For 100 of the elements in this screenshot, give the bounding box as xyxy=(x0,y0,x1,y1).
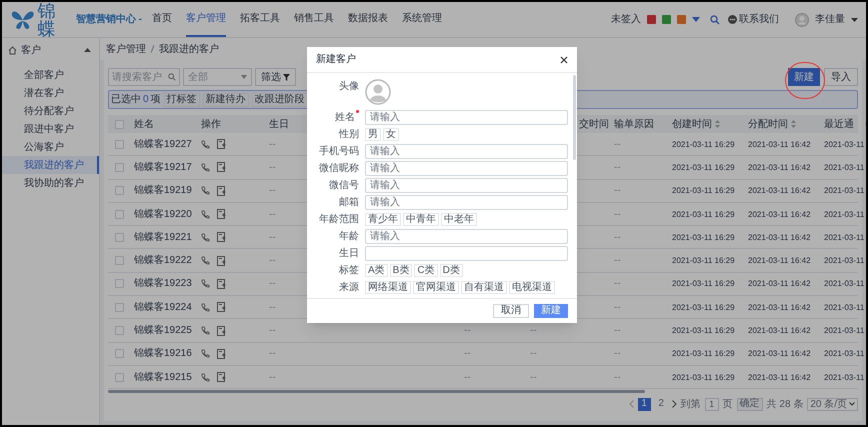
sidebar-item[interactable]: 公海客户 xyxy=(2,138,99,156)
column-header[interactable]: 最近通 xyxy=(824,116,854,132)
input-field[interactable]: 请输入 xyxy=(365,110,568,125)
checkbox[interactable] xyxy=(114,140,124,149)
caret-icon[interactable] xyxy=(692,17,700,22)
sidebar-item[interactable]: 跟进中客户 xyxy=(2,120,99,138)
note-add-icon[interactable] xyxy=(217,302,226,312)
column-header[interactable]: 输单原因 xyxy=(614,116,654,132)
input-field[interactable]: 请输入 xyxy=(365,229,568,244)
confirm-button[interactable]: 确定 xyxy=(736,398,763,411)
search-icon[interactable] xyxy=(710,14,720,24)
column-header[interactable]: 姓名 xyxy=(134,116,154,132)
option-chip[interactable]: A类 xyxy=(365,264,388,277)
nav-tab[interactable]: 拓客工具 xyxy=(240,2,280,37)
option-chip[interactable]: 中青年 xyxy=(403,213,439,226)
bulk-action-button[interactable]: 新建待办 xyxy=(202,92,249,106)
vertical-scrollbar[interactable] xyxy=(573,75,576,160)
customer-name[interactable]: 锦蝶客19215 xyxy=(134,372,192,383)
input-field[interactable]: 请输入 xyxy=(365,195,568,210)
column-header[interactable]: 分配时间 xyxy=(748,116,788,132)
contact-button[interactable]: 联系我们 xyxy=(728,12,779,27)
checkbox[interactable] xyxy=(114,326,124,336)
phone-icon[interactable] xyxy=(201,140,210,149)
option-chip[interactable]: B类 xyxy=(390,264,412,277)
note-add-icon[interactable] xyxy=(217,139,226,150)
option-chip[interactable]: 男 xyxy=(365,128,381,141)
input-field[interactable]: 请输入 xyxy=(365,161,568,176)
phone-icon[interactable] xyxy=(201,326,210,336)
checkbox[interactable] xyxy=(114,256,124,266)
option-chip[interactable]: 女 xyxy=(383,128,399,141)
checkbox[interactable] xyxy=(114,120,124,128)
customer-name[interactable]: 锦蝶客19227 xyxy=(134,138,192,150)
customer-name[interactable]: 锦蝶客19224 xyxy=(134,302,192,313)
checkbox[interactable] xyxy=(114,349,124,358)
note-add-icon[interactable] xyxy=(217,186,226,196)
page-button[interactable]: 2 xyxy=(654,398,668,411)
column-header[interactable]: 交时间 xyxy=(579,116,609,132)
nav-tab[interactable]: 数据报表 xyxy=(348,2,388,37)
customer-name[interactable]: 锦蝶客19220 xyxy=(134,208,192,220)
phone-icon[interactable] xyxy=(201,186,210,196)
bulk-action-button[interactable]: 改跟进阶段 xyxy=(252,92,308,106)
checkbox[interactable] xyxy=(114,232,124,242)
nav-tab[interactable]: 首页 xyxy=(152,2,172,37)
checkbox[interactable] xyxy=(114,279,124,288)
option-chip[interactable]: 中老年 xyxy=(441,213,477,226)
phone-icon[interactable] xyxy=(201,279,210,288)
input-field[interactable] xyxy=(365,246,568,261)
customer-name[interactable]: 锦蝶客19221 xyxy=(134,232,192,243)
sidebar-item[interactable]: 待分配客户 xyxy=(2,102,99,120)
breadcrumb-item[interactable]: 我跟进的客户 xyxy=(159,42,219,56)
customer-name[interactable]: 锦蝶客19223 xyxy=(134,278,192,290)
page-size-select[interactable]: 20 条/页 xyxy=(807,398,858,411)
breadcrumb-item[interactable]: 客户管理 xyxy=(106,42,146,56)
note-add-icon[interactable] xyxy=(217,162,226,172)
column-header[interactable]: 创建时间 xyxy=(672,116,712,132)
column-header[interactable]: 操作 xyxy=(201,116,221,132)
note-add-icon[interactable] xyxy=(217,256,226,266)
phone-icon[interactable] xyxy=(201,162,210,172)
phone-icon[interactable] xyxy=(201,256,210,266)
note-add-icon[interactable] xyxy=(217,232,226,242)
option-chip[interactable]: C类 xyxy=(414,264,438,277)
sidebar-item[interactable]: 潜在客户 xyxy=(2,84,99,102)
nav-tab[interactable]: 销售工具 xyxy=(294,2,334,37)
option-chip[interactable]: 官网渠道 xyxy=(413,281,459,294)
filter-button[interactable]: 筛选 xyxy=(255,68,296,86)
input-field[interactable]: 请输入 xyxy=(365,178,568,193)
next-page-icon[interactable] xyxy=(672,400,677,408)
sidebar-item[interactable]: 全部客户 xyxy=(2,66,99,84)
sidebar-item[interactable]: 我协助的客户 xyxy=(2,174,99,192)
column-header[interactable]: 生日 xyxy=(269,116,289,132)
phone-icon[interactable] xyxy=(201,232,210,242)
option-chip[interactable]: D类 xyxy=(440,264,463,277)
customer-name[interactable]: 锦蝶客19219 xyxy=(134,185,192,196)
checkbox[interactable] xyxy=(114,210,124,219)
create-button[interactable]: 新建 xyxy=(788,68,820,86)
phone-icon[interactable] xyxy=(201,210,210,219)
option-chip[interactable]: 青少年 xyxy=(365,213,401,226)
phone-icon[interactable] xyxy=(201,372,210,382)
checkbox[interactable] xyxy=(114,186,124,196)
nav-tab[interactable]: 系统管理 xyxy=(402,2,442,37)
note-add-icon[interactable] xyxy=(217,209,226,220)
option-chip[interactable]: 自有渠道 xyxy=(461,281,507,294)
note-add-icon[interactable] xyxy=(217,372,226,382)
option-chip[interactable]: 电视渠道 xyxy=(509,281,555,294)
page-button[interactable]: 1 xyxy=(638,398,651,411)
customer-name[interactable]: 锦蝶客19222 xyxy=(134,255,192,266)
caret-icon[interactable] xyxy=(851,18,858,22)
collapse-caret-icon[interactable] xyxy=(84,48,91,52)
checkbox[interactable] xyxy=(114,372,124,382)
customer-name[interactable]: 锦蝶客19217 xyxy=(134,162,192,173)
search-field[interactable]: 请搜索客户 xyxy=(108,68,180,86)
page-input[interactable]: 1 xyxy=(704,398,719,411)
note-add-icon[interactable] xyxy=(217,278,226,289)
checkbox[interactable] xyxy=(114,302,124,312)
phone-icon[interactable] xyxy=(201,302,210,312)
bulk-action-button[interactable]: 打标签 xyxy=(164,92,200,106)
cancel-button[interactable]: 取消 xyxy=(493,304,529,318)
checkbox[interactable] xyxy=(114,162,124,172)
customer-name[interactable]: 锦蝶客19225 xyxy=(134,325,192,336)
input-field[interactable]: 请输入 xyxy=(365,144,568,159)
